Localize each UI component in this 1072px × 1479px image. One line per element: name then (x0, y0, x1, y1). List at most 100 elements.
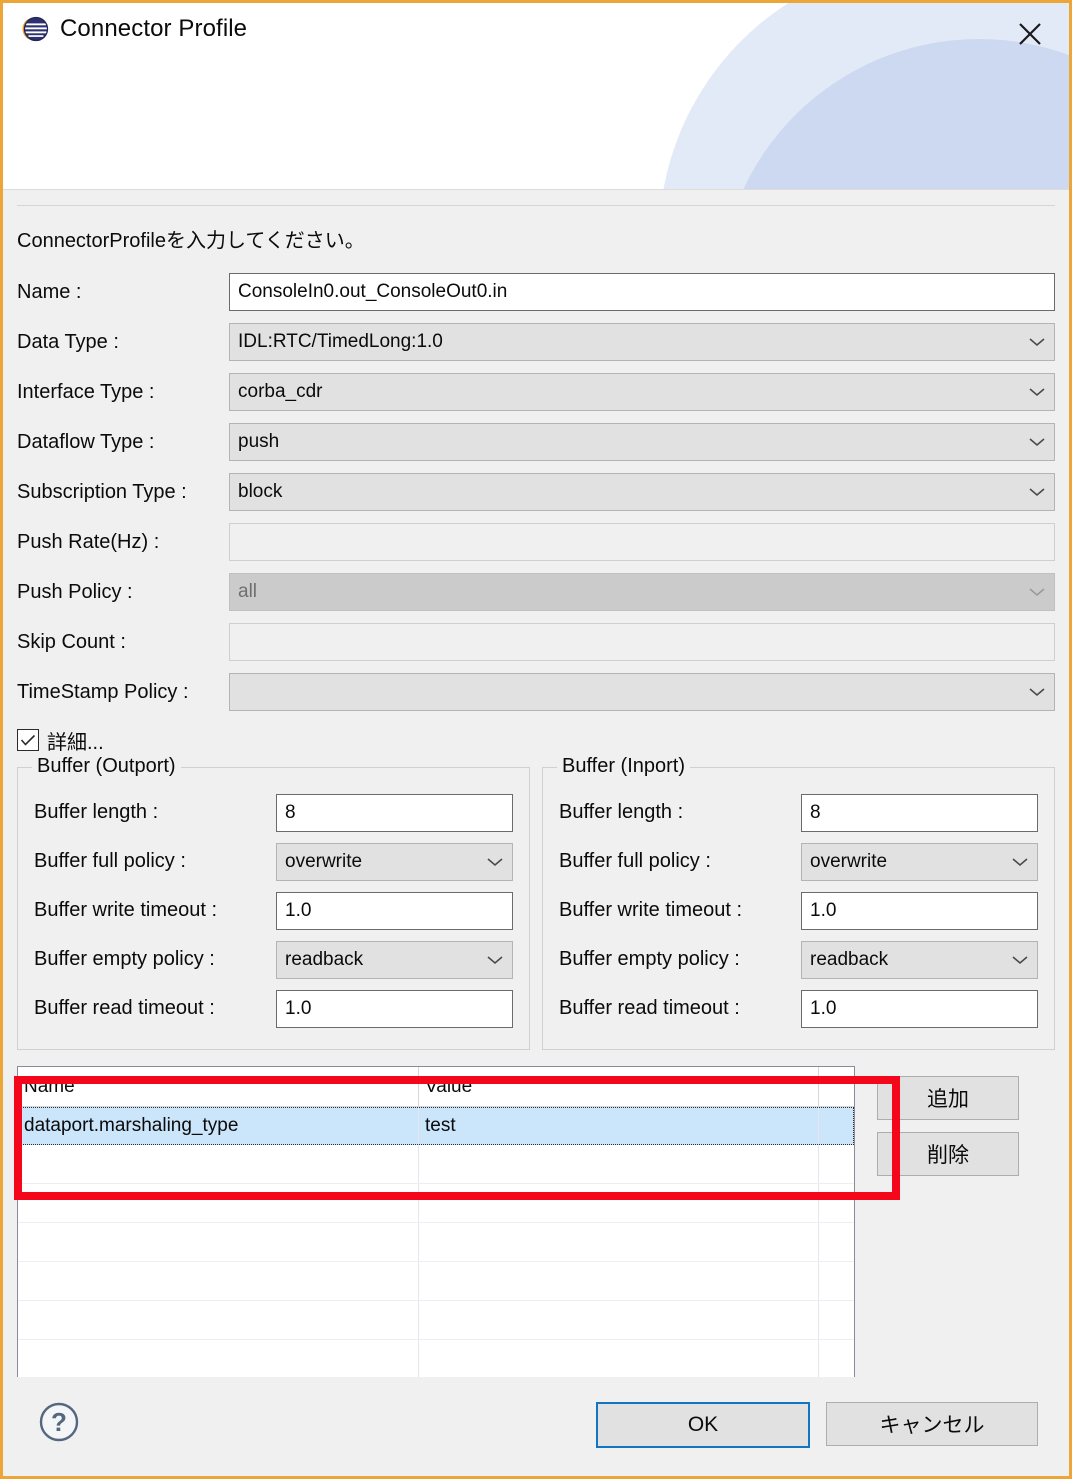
data-type-combo[interactable]: IDL:RTC/TimedLong:1.0 (229, 323, 1055, 361)
chevron-down-icon (1012, 851, 1028, 873)
inport-buffer-full-policy-combo[interactable]: overwrite (801, 842, 1038, 881)
inport-buffer-write-timeout-label: Buffer write timeout : (559, 899, 743, 921)
detail-checkbox-row[interactable]: 詳細... (17, 723, 1055, 757)
field-label-subscription-type: Subscription Type : (17, 480, 187, 503)
outport-buffer-length-row: Buffer length : 8 (34, 788, 513, 837)
push-policy-combo: all (229, 573, 1055, 611)
detail-checkbox-label: 詳細... (47, 731, 104, 754)
field-label-name: Name : (17, 280, 82, 303)
add-button[interactable]: 追加 (877, 1076, 1019, 1120)
table-row[interactable] (18, 1223, 854, 1262)
table-row[interactable] (18, 1262, 854, 1301)
table-row[interactable] (18, 1301, 854, 1340)
table-side-buttons: 追加 削除 (877, 1066, 1019, 1176)
inport-buffer-read-timeout-row: Buffer read timeout : 1.0 (559, 984, 1038, 1033)
outport-buffer-read-timeout-label: Buffer read timeout : (34, 997, 215, 1019)
detail-checkbox[interactable] (17, 729, 39, 751)
inport-buffer-full-policy-label: Buffer full policy : (559, 850, 711, 872)
inport-buffer-length-input[interactable]: 8 (801, 793, 1038, 832)
buffer-inport-group: Buffer (Inport) Buffer length : 8 Buffer… (542, 755, 1055, 1050)
outport-buffer-empty-policy-value: readback (285, 948, 364, 970)
outport-buffer-write-timeout-input[interactable]: 1.0 (276, 891, 513, 930)
close-icon[interactable] (1009, 13, 1051, 55)
field-label-data-type: Data Type : (17, 330, 119, 353)
connector-profile-dialog: Connector Profile ConnectorProfileを入力してく… (0, 0, 1072, 1479)
inport-buffer-empty-policy-combo[interactable]: readback (801, 940, 1038, 979)
table-cell-value (418, 1340, 818, 1378)
skip-count-input[interactable] (229, 623, 1055, 661)
interface-type-value: corba_cdr (238, 381, 323, 402)
table-cell-name (18, 1223, 418, 1261)
chevron-down-icon (1029, 681, 1045, 703)
column-header-extra (818, 1067, 854, 1106)
field-row-skip-count: Skip Count : (17, 617, 1055, 667)
dataflow-type-combo[interactable]: push (229, 423, 1055, 461)
inport-buffer-write-timeout-input[interactable]: 1.0 (801, 891, 1038, 930)
field-label-dataflow-type: Dataflow Type : (17, 430, 155, 453)
outport-buffer-empty-policy-row: Buffer empty policy : readback (34, 935, 513, 984)
table-cell-value (418, 1223, 818, 1261)
outport-buffer-read-timeout-row: Buffer read timeout : 1.0 (34, 984, 513, 1033)
dialog-body: ConnectorProfileを入力してください。 Name : Consol… (3, 205, 1069, 1379)
inport-buffer-read-timeout-label: Buffer read timeout : (559, 997, 740, 1019)
field-row-interface-type: Interface Type : corba_cdr (17, 367, 1055, 417)
table-cell-value (418, 1145, 818, 1183)
table-cell-name (18, 1184, 418, 1222)
inport-buffer-length-row: Buffer length : 8 (559, 788, 1038, 837)
column-header-name[interactable]: Name (18, 1067, 418, 1106)
push-rate-input[interactable] (229, 523, 1055, 561)
field-row-name: Name : ConsoleIn0.out_ConsoleOut0.in (17, 267, 1055, 317)
table-cell-name (18, 1301, 418, 1339)
column-header-value[interactable]: Value (418, 1067, 818, 1106)
chevron-down-icon (487, 949, 503, 971)
table-header-row: Name Value (18, 1067, 854, 1107)
dialog-footer: ? OK キャンセル (6, 1377, 1066, 1473)
field-row-data-type: Data Type : IDL:RTC/TimedLong:1.0 (17, 317, 1055, 367)
outport-buffer-full-policy-row: Buffer full policy : overwrite (34, 837, 513, 886)
field-row-timestamp-policy: TimeStamp Policy : (17, 667, 1055, 717)
chevron-down-icon (1029, 331, 1045, 353)
dialog-header: Connector Profile (3, 3, 1069, 190)
timestamp-policy-combo[interactable] (229, 673, 1055, 711)
table-cell-extra (818, 1145, 854, 1183)
table-cell-name: dataport.marshaling_type (24, 1115, 239, 1136)
field-row-push-rate: Push Rate(Hz) : (17, 517, 1055, 567)
table-row[interactable] (18, 1184, 854, 1223)
table-row[interactable]: dataport.marshaling_type test (18, 1107, 854, 1145)
delete-button[interactable]: 削除 (877, 1132, 1019, 1176)
name-input[interactable]: ConsoleIn0.out_ConsoleOut0.in (229, 273, 1055, 311)
field-label-skip-count: Skip Count : (17, 630, 126, 653)
chevron-down-icon (1029, 381, 1045, 403)
outport-buffer-length-input[interactable]: 8 (276, 793, 513, 832)
buffer-inport-title: Buffer (Inport) (557, 755, 691, 778)
chevron-down-icon (487, 851, 503, 873)
buffer-groups: Buffer (Outport) Buffer length : 8 Buffe… (17, 755, 1055, 1050)
inport-buffer-read-timeout-input[interactable]: 1.0 (801, 989, 1038, 1028)
properties-table[interactable]: Name Value dataport.marshaling_type test (17, 1066, 855, 1379)
interface-type-combo[interactable]: corba_cdr (229, 373, 1055, 411)
table-cell-extra (818, 1340, 854, 1378)
subscription-type-combo[interactable]: block (229, 473, 1055, 511)
field-label-push-rate: Push Rate(Hz) : (17, 530, 160, 553)
connector-profile-icon (21, 15, 49, 43)
outport-buffer-full-policy-combo[interactable]: overwrite (276, 842, 513, 881)
outport-buffer-empty-policy-combo[interactable]: readback (276, 940, 513, 979)
inport-buffer-empty-policy-label: Buffer empty policy : (559, 948, 740, 970)
table-cell-name (18, 1262, 418, 1300)
inport-buffer-length-label: Buffer length : (559, 801, 684, 823)
outport-buffer-empty-policy-label: Buffer empty policy : (34, 948, 215, 970)
field-label-timestamp-policy: TimeStamp Policy : (17, 680, 189, 703)
inport-buffer-full-policy-value: overwrite (810, 850, 888, 872)
footer-buttons: OK キャンセル (596, 1402, 1038, 1448)
table-cell-extra (818, 1107, 854, 1145)
inport-buffer-write-timeout-row: Buffer write timeout : 1.0 (559, 886, 1038, 935)
cancel-button[interactable]: キャンセル (826, 1402, 1038, 1446)
table-row[interactable] (18, 1340, 854, 1378)
field-row-subscription-type: Subscription Type : block (17, 467, 1055, 517)
inport-buffer-empty-policy-value: readback (810, 948, 889, 970)
outport-buffer-write-timeout-row: Buffer write timeout : 1.0 (34, 886, 513, 935)
ok-button[interactable]: OK (596, 1402, 810, 1448)
outport-buffer-read-timeout-input[interactable]: 1.0 (276, 989, 513, 1028)
table-row[interactable] (18, 1145, 854, 1184)
help-question-icon[interactable]: ? (37, 1400, 81, 1449)
